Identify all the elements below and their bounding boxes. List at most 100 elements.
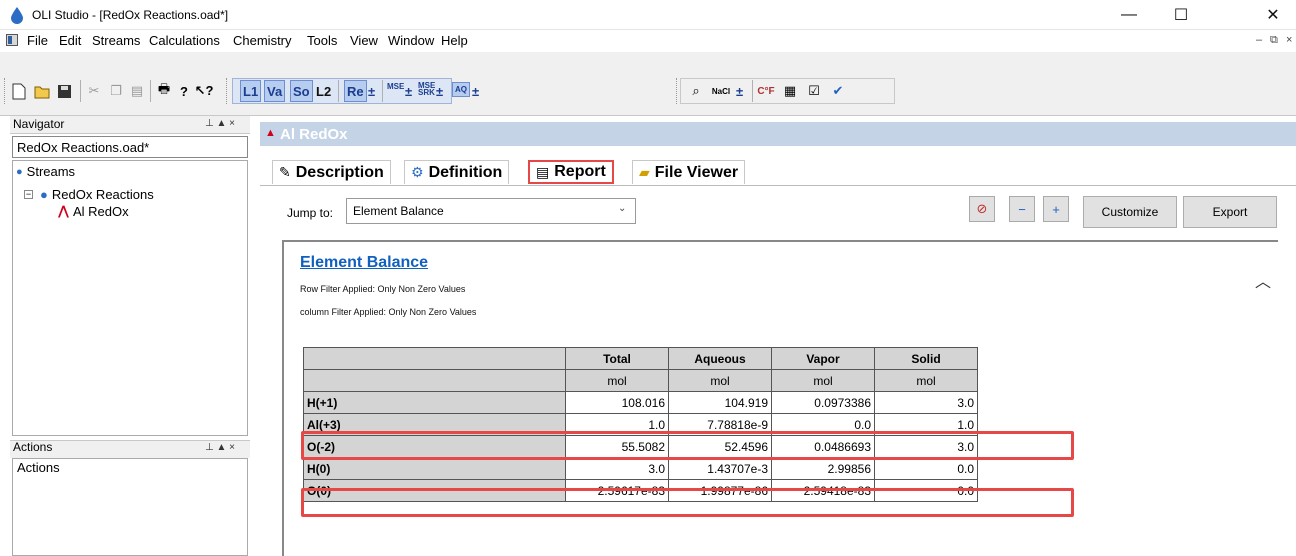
re-mode-button[interactable]: Re (344, 80, 367, 102)
document-header (260, 122, 1296, 146)
table-cell: 2.99856 (771, 457, 875, 480)
folder-icon: ▰ (639, 164, 650, 180)
close-button[interactable]: ✕ (1250, 0, 1296, 30)
actions-label: Actions (17, 460, 60, 475)
table-cell: 108.016 (565, 391, 669, 414)
no-filter-icon[interactable]: ⊘ (969, 196, 995, 222)
save-icon[interactable] (57, 84, 72, 99)
toolbar-separator (150, 80, 151, 102)
va-mode-button[interactable]: Va (264, 80, 286, 102)
export-button[interactable]: Export (1183, 196, 1277, 228)
unit-cell: mol (668, 369, 772, 392)
table-row: H(+1) 108.016 104.919 0.0973386 3.0 (303, 391, 978, 414)
mdi-close-button[interactable]: × (1286, 34, 1292, 46)
mdi-restore-button[interactable]: ⧉ (1270, 34, 1278, 47)
actions-pane-controls[interactable]: ⊥ ▲ × (205, 442, 235, 453)
toolbar-separator (80, 80, 81, 102)
table-cell: 0.0 (771, 413, 875, 436)
mse-button[interactable]: MSE (387, 82, 404, 91)
toolbar-grip[interactable] (4, 78, 7, 104)
table-cell: 1.99877e-86 (668, 479, 772, 502)
tree-label-redox-reactions: RedOx Reactions (51, 187, 154, 202)
redox-doc-icon: ▲ (265, 127, 276, 139)
table-cell: 0.0 (874, 457, 978, 480)
aq-dropdown-icon[interactable]: ± (472, 80, 479, 102)
tab-description[interactable]: ✎ Description (272, 160, 391, 184)
tab-report[interactable]: ▤ Report (528, 160, 614, 184)
l1-mode-button[interactable]: L1 (240, 80, 262, 102)
paste-icon[interactable]: ▤ (128, 80, 146, 102)
table-corner (303, 347, 566, 370)
table-row: O(-2) 55.5082 52.4596 0.0486693 3.0 (303, 435, 978, 458)
element-balance-link[interactable]: Element Balance (300, 254, 428, 272)
minimize-button[interactable]: — (1106, 0, 1152, 30)
l2-mode-button[interactable]: L2 (316, 80, 331, 102)
mse-srk-dropdown-icon[interactable]: ± (436, 80, 443, 102)
table-cell: 7.78818e-9 (668, 413, 772, 436)
toolbar-separator (382, 80, 383, 102)
tab-definition[interactable]: ⚙ Definition (404, 160, 510, 184)
table-cell: 0.0486693 (771, 435, 875, 458)
cf-icon[interactable]: C°F (756, 80, 776, 102)
mse-dropdown-icon[interactable]: ± (405, 80, 412, 102)
tree-label-al-redox: Al RedOx (72, 203, 129, 219)
table-cell: 3.0 (874, 435, 978, 458)
mdi-minimize-button[interactable]: – (1256, 34, 1262, 46)
menu-chemistry[interactable]: Chemistry (233, 33, 292, 48)
cut-icon[interactable]: ✂ (86, 80, 102, 102)
customize-button[interactable]: Customize (1083, 196, 1177, 228)
binoculars-icon[interactable]: ⌕ (686, 80, 706, 102)
aq-button[interactable]: AQ (452, 82, 470, 97)
chevron-down-icon[interactable]: ⌄ (618, 203, 626, 214)
chart-icon[interactable]: ▦ (780, 80, 800, 102)
print-icon[interactable]: 🖶 (154, 80, 174, 102)
table-cell: 1.0 (565, 413, 669, 436)
table-cell: 55.5082 (565, 435, 669, 458)
tab-definition-label: Definition (428, 163, 503, 181)
re-dropdown-icon[interactable]: ± (368, 80, 375, 102)
row-label: H(0) (303, 457, 566, 480)
jump-to-select[interactable]: Element Balance (346, 198, 636, 224)
so-mode-button[interactable]: So (290, 80, 313, 102)
copy-icon[interactable]: ❐ (108, 80, 124, 102)
menu-file[interactable]: File (27, 33, 48, 48)
tab-file-viewer[interactable]: ▰ File Viewer (632, 160, 746, 184)
document-menu-icon[interactable] (6, 34, 18, 46)
menu-view[interactable]: View (350, 33, 378, 48)
menu-calculations[interactable]: Calculations (149, 33, 220, 48)
table-cell: 3.0 (565, 457, 669, 480)
help-icon[interactable]: ? (176, 80, 192, 102)
table-cell: 2.59617e-83 (565, 479, 669, 502)
toolbar-grip[interactable] (676, 78, 679, 104)
unit-cell: mol (874, 369, 978, 392)
new-icon[interactable] (12, 83, 26, 100)
table-corner (303, 369, 566, 392)
zoom-out-icon[interactable]: − (1009, 196, 1035, 222)
menu-edit[interactable]: Edit (59, 33, 81, 48)
tree-item-redox-reactions[interactable]: ● RedOx Reactions (40, 187, 154, 202)
menu-tools[interactable]: Tools (307, 33, 337, 48)
streams-icon: ● (16, 165, 23, 178)
collapse-toggle-icon[interactable]: − (24, 190, 33, 199)
open-icon[interactable] (34, 84, 52, 99)
navigator-title: Navigator (13, 117, 65, 131)
tree-item-streams[interactable]: ● Streams (16, 164, 75, 179)
menu-streams[interactable]: Streams (92, 33, 140, 48)
navigator-pane-controls[interactable]: ⊥ ▲ × (205, 118, 235, 129)
menu-help[interactable]: Help (441, 33, 468, 48)
tab-report-label: Report (554, 163, 606, 180)
navigator-file-label: RedOx Reactions.oad* (12, 136, 248, 158)
zoom-in-icon[interactable]: + (1043, 196, 1069, 222)
nacl-dropdown-icon[interactable]: ± (736, 80, 743, 102)
table-row: O(0) 2.59617e-83 1.99877e-86 2.59418e-83… (303, 479, 978, 502)
toolbar-grip[interactable] (226, 78, 229, 104)
maximize-button[interactable]: ☐ (1158, 0, 1204, 30)
tree-item-al-redox[interactable]: ⋀ Al RedOx (58, 203, 129, 219)
scroll-up-icon[interactable]: ︿ (1255, 268, 1271, 292)
mse-srk-button[interactable]: MSE SRK (418, 82, 435, 97)
menu-window[interactable]: Window (388, 33, 434, 48)
check-icon[interactable]: ✔ (828, 80, 848, 102)
properties-icon[interactable]: ☑ (804, 80, 824, 102)
context-help-icon[interactable]: ↖? (194, 80, 214, 102)
nacl-icon[interactable]: NaCl (710, 80, 732, 102)
